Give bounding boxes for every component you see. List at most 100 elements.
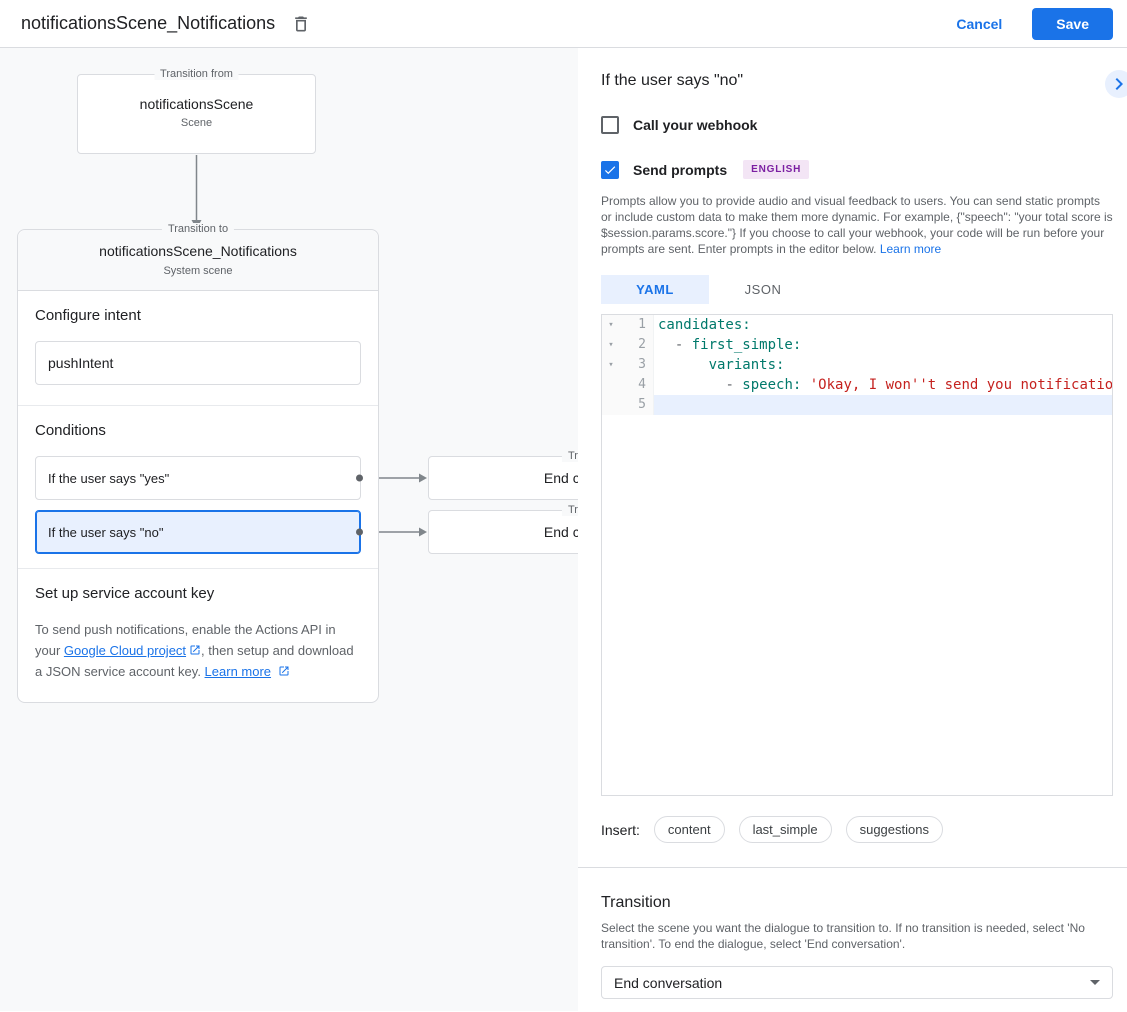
delete-scene-button[interactable]	[288, 11, 314, 37]
line-number: 2	[620, 335, 654, 355]
conditions-heading: Conditions	[35, 422, 361, 440]
learn-more-link[interactable]: Learn more	[205, 664, 271, 679]
webhook-label: Call your webhook	[633, 117, 757, 133]
end-conversation-node[interactable]: Transition to End conversation	[428, 510, 578, 554]
code-line[interactable]: 4 - speech: 'Okay, I won''t send you not…	[602, 375, 1112, 395]
code-text: - first_simple:	[654, 335, 1112, 355]
service-account-section: Set up service account key To send push …	[18, 569, 378, 702]
page-title: notificationsScene_Notifications	[21, 13, 275, 34]
code-line[interactable]: 5	[602, 395, 1112, 415]
prompts-label: Send prompts	[633, 162, 727, 178]
end-conversation-node[interactable]: Transition to End conversation	[428, 456, 578, 500]
link-text: Learn more	[205, 664, 271, 679]
connector-dot	[356, 475, 363, 482]
configure-intent-section: Configure intent pushIntent	[18, 291, 378, 405]
fold-gutter	[602, 375, 620, 395]
collapse-panel-button[interactable]	[1105, 70, 1127, 98]
condition-item-yes[interactable]: If the user says "yes"	[35, 456, 361, 500]
trash-icon	[291, 14, 311, 34]
tab-yaml[interactable]: YAML	[601, 275, 709, 304]
link-text: Google Cloud project	[64, 643, 186, 658]
insert-chip-content[interactable]: content	[654, 816, 725, 843]
panel-title: If the user says "no"	[601, 72, 1113, 90]
fold-arrow-icon[interactable]: ▾	[602, 355, 620, 375]
code-token: -	[675, 337, 692, 353]
condition-item-no[interactable]: If the user says "no"	[35, 510, 361, 554]
from-scene-node[interactable]: Transition from notificationsScene Scene	[77, 74, 316, 154]
insert-row: Insert: content last_simple suggestions	[601, 816, 1113, 843]
line-number: 3	[620, 355, 654, 375]
transition-selected-value: End conversation	[614, 975, 722, 991]
chevron-right-icon	[1107, 72, 1127, 96]
insert-chip-last_simple[interactable]: last_simple	[739, 816, 832, 843]
editor-format-tabs: YAML JSON	[601, 275, 1113, 304]
prompts-row: Send prompts ENGLISH	[601, 160, 1113, 179]
checkmark-icon	[603, 163, 617, 177]
call-webhook-checkbox[interactable]	[601, 116, 619, 134]
prompts-description: Prompts allow you to provide audio and v…	[601, 193, 1113, 257]
fold-arrow-icon[interactable]: ▾	[602, 335, 620, 355]
external-link-icon	[189, 644, 201, 656]
service-account-heading: Set up service account key	[35, 585, 361, 603]
code-token: variants:	[709, 357, 785, 373]
code-token: 'Okay, I won''t send you notifications.'	[810, 377, 1112, 393]
code-token	[658, 377, 725, 393]
code-line[interactable]: ▾3 variants:	[602, 355, 1112, 375]
configure-intent-heading: Configure intent	[35, 307, 361, 325]
fold-gutter	[602, 395, 620, 415]
dropdown-caret-icon	[1090, 980, 1100, 985]
tab-json[interactable]: JSON	[709, 275, 817, 304]
header-bar: notificationsScene_Notifications Cancel …	[0, 0, 1127, 48]
insert-chip-suggestions[interactable]: suggestions	[846, 816, 943, 843]
node-title: notificationsScene_Notifications	[28, 243, 368, 260]
code-line[interactable]: ▾2 - first_simple:	[602, 335, 1112, 355]
scene-node-header[interactable]: notificationsScene_Notifications System …	[18, 230, 378, 291]
code-text: - speech: 'Okay, I won''t send you notif…	[654, 375, 1112, 395]
language-badge: ENGLISH	[743, 160, 809, 179]
node-tag: Transition from	[154, 68, 239, 80]
transition-description: Select the scene you want the dialogue t…	[601, 920, 1113, 952]
insert-chips: content last_simple suggestions	[654, 816, 957, 843]
code-token	[801, 377, 809, 393]
line-number: 5	[620, 395, 654, 415]
code-text: candidates:	[654, 315, 1112, 335]
node-subtitle: Scene	[78, 117, 315, 129]
insert-label: Insert:	[601, 822, 640, 838]
main-split: Transition from notificationsScene Scene…	[0, 48, 1127, 1011]
current-scene-node: Transition to notificationsScene_Notific…	[17, 229, 379, 703]
intent-item-pushintent[interactable]: pushIntent	[35, 341, 361, 385]
save-button[interactable]: Save	[1032, 8, 1113, 40]
code-editor[interactable]: ▾1candidates:▾2 - first_simple:▾3 varian…	[601, 314, 1113, 796]
text-run: Prompts allow you to provide audio and v…	[601, 194, 1113, 256]
code-token: candidates:	[658, 317, 751, 333]
node-title: End conversation	[544, 524, 578, 540]
code-token: speech:	[742, 377, 801, 393]
connector-dot	[356, 529, 363, 536]
scene-diagram-canvas: Transition from notificationsScene Scene…	[0, 48, 578, 1011]
transition-select[interactable]: End conversation	[601, 966, 1113, 999]
conditions-section: Conditions If the user says "yes" If the…	[18, 406, 378, 568]
node-tag: Transition to	[562, 450, 578, 462]
fold-arrow-icon[interactable]: ▾	[602, 315, 620, 335]
webhook-row: Call your webhook	[601, 116, 1113, 134]
panel-divider	[578, 867, 1127, 868]
cancel-button[interactable]: Cancel	[956, 16, 1002, 32]
code-text	[654, 395, 1112, 415]
send-prompts-checkbox[interactable]	[601, 161, 619, 179]
node-subtitle: System scene	[28, 265, 368, 277]
node-tag: Transition to	[562, 504, 578, 516]
transition-heading: Transition	[601, 894, 1113, 912]
condition-editor-panel: If the user says "no" Call your webhook …	[578, 48, 1127, 1011]
code-token	[658, 337, 675, 353]
external-link-icon	[278, 665, 290, 677]
code-text: variants:	[654, 355, 1112, 375]
node-tag: Transition to	[162, 223, 234, 235]
line-number: 4	[620, 375, 654, 395]
condition-label: If the user says "yes"	[48, 471, 169, 486]
google-cloud-project-link[interactable]: Google Cloud project	[64, 643, 186, 658]
condition-label: If the user says "no"	[48, 525, 163, 540]
code-token: -	[725, 377, 742, 393]
learn-more-link[interactable]: Learn more	[880, 242, 941, 256]
code-line[interactable]: ▾1candidates:	[602, 315, 1112, 335]
line-number: 1	[620, 315, 654, 335]
